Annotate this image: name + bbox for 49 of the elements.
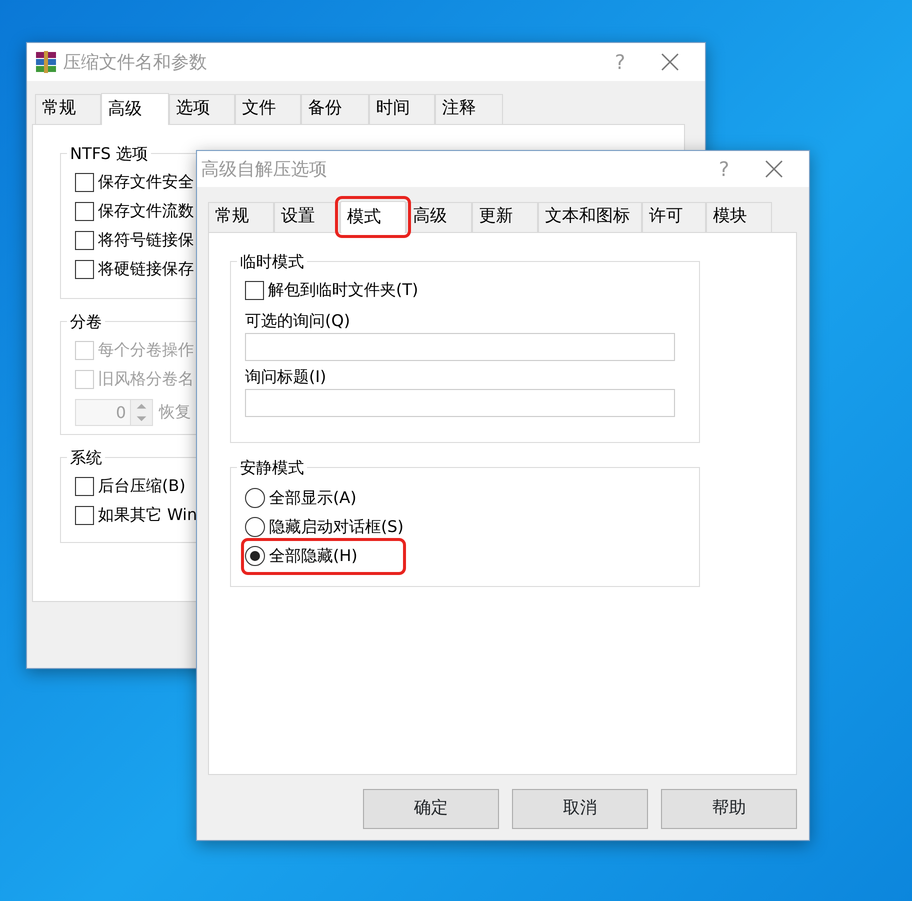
app-icon (35, 51, 57, 73)
checkbox[interactable] (75, 476, 94, 496)
radio-button[interactable] (245, 488, 265, 508)
window-title: 高级自解压选项 (201, 158, 328, 182)
checkbox-label: 保存文件安全 (98, 171, 194, 193)
tab[interactable]: 注释 (435, 94, 503, 124)
tab[interactable]: 许可 (642, 202, 706, 232)
window-title: 压缩文件名和参数 (63, 50, 208, 74)
checkbox-label: 后台压缩(B) (98, 475, 186, 497)
checkbox-label: 将符号链接保 (98, 229, 194, 251)
close-icon[interactable] (661, 53, 679, 71)
tab[interactable]: 常规 (208, 202, 274, 232)
dialog-button[interactable]: 帮助 (661, 788, 797, 828)
dialog-button[interactable]: 确定 (363, 788, 499, 828)
tab[interactable]: 高级 (406, 202, 472, 232)
dialog-button[interactable]: 取消 (512, 788, 648, 828)
checkbox-label: 旧风格分卷名 (98, 368, 194, 390)
checkbox[interactable] (75, 260, 94, 278)
checkbox-label: 解包到临时文件夹(T) (268, 279, 418, 301)
tab[interactable]: 时间 (369, 94, 435, 124)
checkbox[interactable] (75, 230, 94, 250)
checkbox[interactable] (75, 172, 94, 192)
tab[interactable]: 文件 (235, 94, 301, 124)
radio-label: 隐藏启动对话框(S) (269, 516, 404, 538)
checkbox[interactable] (75, 202, 94, 220)
spin-label: 恢复 (159, 401, 191, 423)
checkbox[interactable] (75, 506, 94, 524)
tab[interactable]: 选项 (169, 94, 235, 124)
checkbox-label: 如果其它 Win (98, 504, 198, 526)
field-label: 可选的询问(Q) (245, 310, 352, 332)
checkbox[interactable] (245, 280, 264, 300)
input-field[interactable] (245, 388, 675, 416)
tab[interactable]: 更新 (472, 202, 538, 232)
input-field[interactable] (245, 332, 675, 360)
tab[interactable]: 模块 (706, 202, 772, 232)
radio-label: 全部隐藏(H) (269, 545, 358, 567)
radio-button[interactable] (245, 517, 265, 537)
tab[interactable]: 高级 (101, 93, 169, 124)
tab[interactable]: 设置 (274, 202, 340, 232)
radio-label: 全部显示(A) (269, 487, 356, 509)
tab[interactable]: 文本和图标 (538, 202, 642, 232)
checkbox-label: 保存文件流数 (98, 200, 194, 222)
close-icon[interactable] (765, 160, 783, 178)
checkbox-label: 将硬链接保存 (98, 258, 194, 280)
tab[interactable]: 备份 (301, 94, 369, 124)
checkbox-label: 每个分卷操作 (98, 339, 194, 361)
field-label: 询问标题(I) (245, 366, 328, 388)
radio-button[interactable] (245, 546, 265, 566)
tab[interactable]: 常规 (35, 94, 101, 124)
